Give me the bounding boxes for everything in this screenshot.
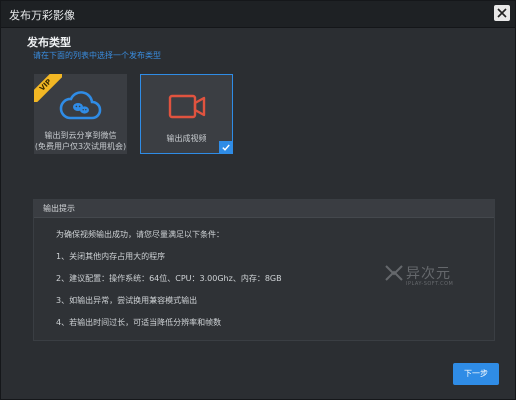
output-tips-header: 输出提示 <box>34 200 494 218</box>
publish-option-video[interactable]: 输出成视频 <box>140 74 233 154</box>
section-title: 发布类型 <box>27 36 71 49</box>
publish-dialog: 发布万彩影像 发布类型 请在下面的列表中选择一个发布类型 VIP 输出到云分享到… <box>0 0 516 400</box>
next-button[interactable]: 下一步 <box>453 363 499 385</box>
checkmark-icon <box>222 144 230 151</box>
video-camera-icon <box>168 94 205 119</box>
close-icon <box>497 8 507 18</box>
watermark: 异次元 IPLAY-SOFT.COM <box>384 263 453 287</box>
section-hint: 请在下面的列表中选择一个发布类型 <box>33 51 161 60</box>
tips-intro: 为确保视频输出成功，请您尽量满足以下条件： <box>56 230 224 239</box>
publish-option-cloud-label: 输出到云分享到微信 (免费用户仅3次试用机会) <box>34 131 127 151</box>
tip-item: 4、若输出时间过长，可适当降低分辨率和帧数 <box>56 318 222 327</box>
cloud-chat-icon <box>59 91 101 120</box>
watermark-subtext: IPLAY-SOFT.COM <box>406 281 454 287</box>
window-title: 发布万彩影像 <box>9 9 75 22</box>
tip-item: 2、建议配置：操作系统：64位、CPU：3.00Ghz、内存：8GB <box>56 274 282 283</box>
tip-item: 3、如输出异常，尝试换用兼容模式输出 <box>56 296 198 305</box>
watermark-logo-icon <box>385 265 403 281</box>
watermark-text: 异次元 <box>406 266 451 282</box>
tip-item: 1、关闭其他内存占用大的程序 <box>56 252 166 261</box>
close-button[interactable] <box>494 5 510 21</box>
title-bar: 发布万彩影像 <box>1 1 515 28</box>
publish-option-cloud[interactable]: VIP 输出到云分享到微信 (免费用户仅3次试用机会) <box>34 74 127 154</box>
selected-check-badge <box>219 141 233 154</box>
